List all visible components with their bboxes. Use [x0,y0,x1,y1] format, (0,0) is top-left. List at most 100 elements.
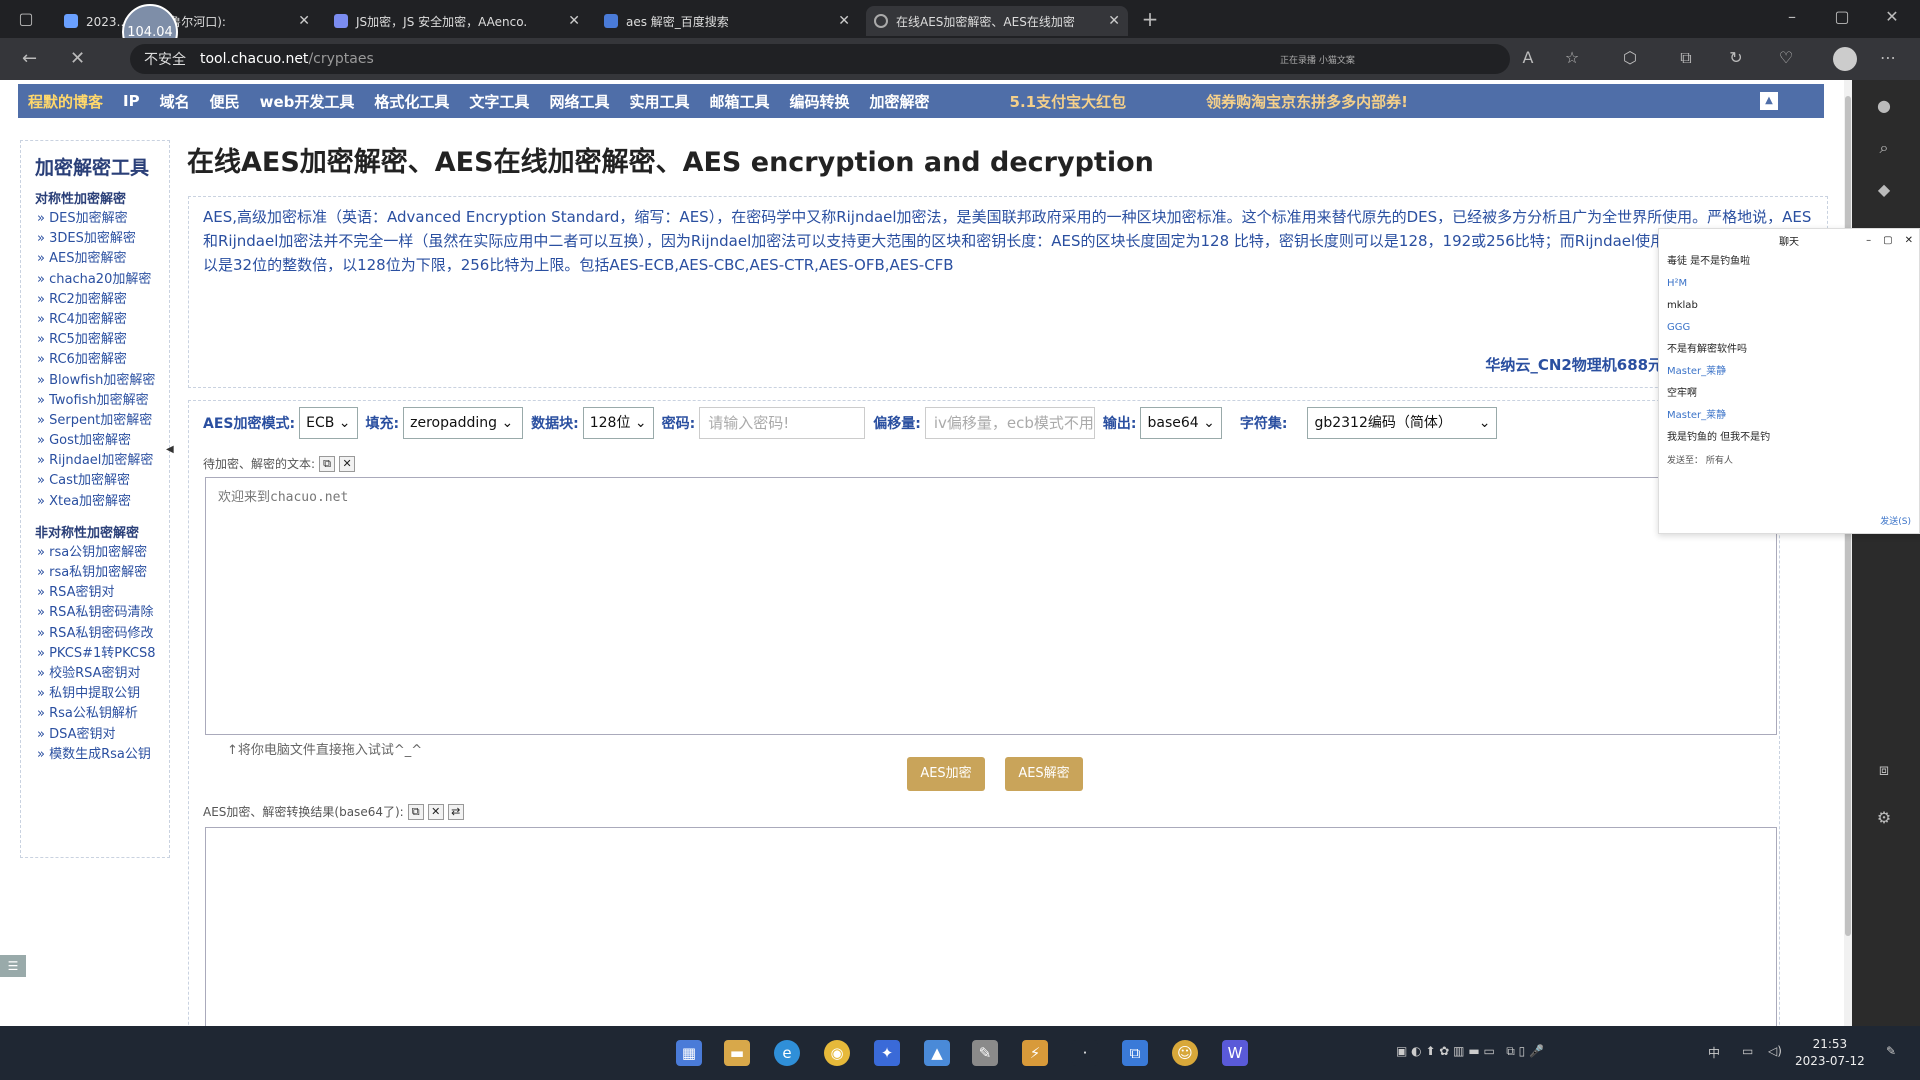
clock[interactable]: 21:53 2023-07-12 [1795,1036,1865,1070]
nav-encoding[interactable]: 编码转换 [779,91,859,112]
close-icon[interactable]: ✕ [1108,13,1120,29]
chat-maximize-icon[interactable]: ▢ [1883,235,1892,246]
nav-crypto[interactable]: 加密解密 [860,91,940,112]
maximize-icon[interactable]: ▢ [1832,7,1852,27]
promo-link-1[interactable]: 5.1支付宝大红包 [1000,91,1137,112]
nav-network[interactable]: 网络工具 [539,91,619,112]
tab-actions-icon[interactable]: ▢ [16,9,36,29]
notepad-icon[interactable]: ✎ [972,1040,998,1066]
health-icon[interactable]: ♡ [1776,48,1796,68]
tray-icons[interactable]: ▣ ◐ ⬆ ✿ ▥ ▬ ▭ ⧉ ▯ 🎤 [1396,1044,1544,1059]
sidebar-collapse-icon[interactable]: ◀ [166,444,174,455]
screenshot-icon[interactable]: ⧈ [1874,760,1894,780]
extensions-icon[interactable]: ⬡ [1620,48,1640,68]
sidebar-item-dsa[interactable]: DSA密钥对 [37,725,169,745]
sidebar-item-extract-pub[interactable]: 私钥中提取公钥 [37,684,169,704]
tab-3[interactable]: aes 解密_百度搜索 ✕ [596,6,858,36]
tab-4-active[interactable]: 在线AES加密解密、AES在线加密 ✕ [866,6,1128,36]
edge-icon[interactable]: e [774,1040,800,1066]
nav-webdev[interactable]: web开发工具 [250,91,365,112]
close-icon[interactable]: ✕ [568,13,580,29]
back-icon[interactable]: ← [22,48,37,69]
sidebar-item-rsa-pwd-clear[interactable]: RSA私钥密码清除 [37,603,169,623]
nav-utility[interactable]: 实用工具 [619,91,699,112]
nav-text[interactable]: 文字工具 [459,91,539,112]
app-icon[interactable]: ⧉ [1122,1040,1148,1066]
app-icon[interactable]: W [1222,1040,1248,1066]
read-aloud-icon[interactable]: A [1518,48,1538,68]
collections-icon[interactable]: ⧉ [1676,48,1696,68]
sidebar-item-serpent[interactable]: Serpent加密解密 [37,411,169,431]
sidebar-item-pkcs[interactable]: PKCS#1转PKCS8 [37,644,169,664]
ime-indicator[interactable]: 中 [1708,1044,1720,1061]
sidebar-item-blowfish[interactable]: Blowfish加密解密 [37,371,169,391]
window-close-icon[interactable]: ✕ [1882,7,1902,27]
tab-1[interactable]: 2023…东风港(鲁尔河口): ✕ [56,6,318,36]
sidebar-item-rsa-keypair[interactable]: RSA密钥对 [37,583,169,603]
decrypt-button[interactable]: AES解密 [1005,757,1083,791]
close-icon[interactable]: ✕ [838,13,850,29]
tab-2[interactable]: JS加密，JS 安全加密，AAenco. ✕ [326,6,588,36]
clear-icon[interactable]: ✕ [339,455,356,472]
sidebar-item-rc5[interactable]: RC5加密解密 [37,330,169,350]
app-icon[interactable]: · [1072,1040,1098,1066]
bell-icon[interactable]: ● [1874,96,1894,116]
app-icon[interactable]: ☺ [1172,1040,1198,1066]
chrome-icon[interactable]: ◉ [824,1040,850,1066]
photos-icon[interactable]: ▲ [924,1040,950,1066]
password-input[interactable]: 请输入密码! [699,407,866,439]
charset-select[interactable]: gb2312编码（简体） ⌄ [1307,407,1498,439]
sidebar-item-gost[interactable]: Gost加密解密 [37,431,169,451]
favorite-star-icon[interactable]: ☆ [1562,48,1582,68]
sidebar-item-chacha20[interactable]: chacha20加解密 [37,270,169,290]
sidebar-item-rsa-pub[interactable]: rsa公钥加密解密 [37,543,169,563]
swap-icon[interactable]: ⇄ [447,803,464,820]
copy-icon[interactable]: ⧉ [319,455,336,472]
nav-convenience[interactable]: 便民 [200,91,250,112]
sidebar-item-twofish[interactable]: Twofish加密解密 [37,391,169,411]
padding-select[interactable]: zeropadding ⌄ [403,407,524,439]
chat-send-button[interactable]: 发送(S) [1880,514,1911,527]
sidebar-item-rsa-pwd-change[interactable]: RSA私钥密码修改 [37,624,169,644]
sidebar-item-rc2[interactable]: RC2加密解密 [37,290,169,310]
new-tab-icon[interactable]: + [1140,7,1160,31]
mode-select[interactable]: ECB ⌄ [299,407,358,439]
output-select[interactable]: base64 ⌄ [1140,407,1222,439]
sidebar-item-rsa-verify[interactable]: 校验RSA密钥对 [37,664,169,684]
offset-input[interactable]: iv偏移量，ecb模式不用填写! [924,407,1095,439]
input-textarea[interactable]: 欢迎来到chacuo.net [205,477,1777,735]
avatar[interactable] [1833,47,1857,71]
sidebar-item-cast[interactable]: Cast加密解密 [37,471,169,491]
app-icon[interactable]: ✦ [874,1040,900,1066]
sidebar-item-xtea[interactable]: Xtea加密解密 [37,492,169,512]
sidebar-item-des[interactable]: DES加密解密 [37,209,169,229]
block-select[interactable]: 128位 ⌄ [582,407,654,439]
volume-icon[interactable]: ◁) [1768,1044,1782,1058]
chat-close-icon[interactable]: ✕ [1905,235,1913,246]
menu-toggle-icon[interactable]: ☰ [0,955,26,977]
close-icon[interactable]: ✕ [298,13,310,29]
notification-icon[interactable]: ✎ [1886,1044,1896,1058]
nav-domain[interactable]: 域名 [150,91,200,112]
nav-email[interactable]: 邮箱工具 [699,91,779,112]
history-icon[interactable]: ↻ [1726,48,1746,68]
sidebar-item-rsa-parse[interactable]: Rsa公私钥解析 [37,704,169,724]
gear-icon[interactable]: ⚙ [1874,808,1894,828]
network-icon[interactable]: ▭ [1742,1044,1753,1058]
result-textarea[interactable] [205,827,1777,1026]
more-icon[interactable]: ⋯ [1878,48,1898,68]
sidebar-item-rc4[interactable]: RC4加密解密 [37,310,169,330]
encrypt-button[interactable]: AES加密 [907,757,985,791]
start-icon[interactable]: ▦ [676,1040,702,1066]
nav-format[interactable]: 格式化工具 [364,91,459,112]
app-icon[interactable]: ⚡ [1022,1040,1048,1066]
nav-brand[interactable]: 程默的博客 [18,91,113,112]
search-icon[interactable]: ⌕ [1874,138,1894,158]
sidebar-item-3des[interactable]: 3DES加密解密 [37,229,169,249]
folder-icon[interactable]: ▬ [724,1040,750,1066]
nav-ip[interactable]: IP [113,92,150,110]
sidebar-item-rijndael[interactable]: Rijndael加密解密 [37,451,169,471]
minimize-icon[interactable]: – [1782,7,1802,27]
sidebar-item-modulus[interactable]: 模数生成Rsa公钥 [37,745,169,765]
sidebar-item-aes[interactable]: AES加密解密 [37,249,169,269]
